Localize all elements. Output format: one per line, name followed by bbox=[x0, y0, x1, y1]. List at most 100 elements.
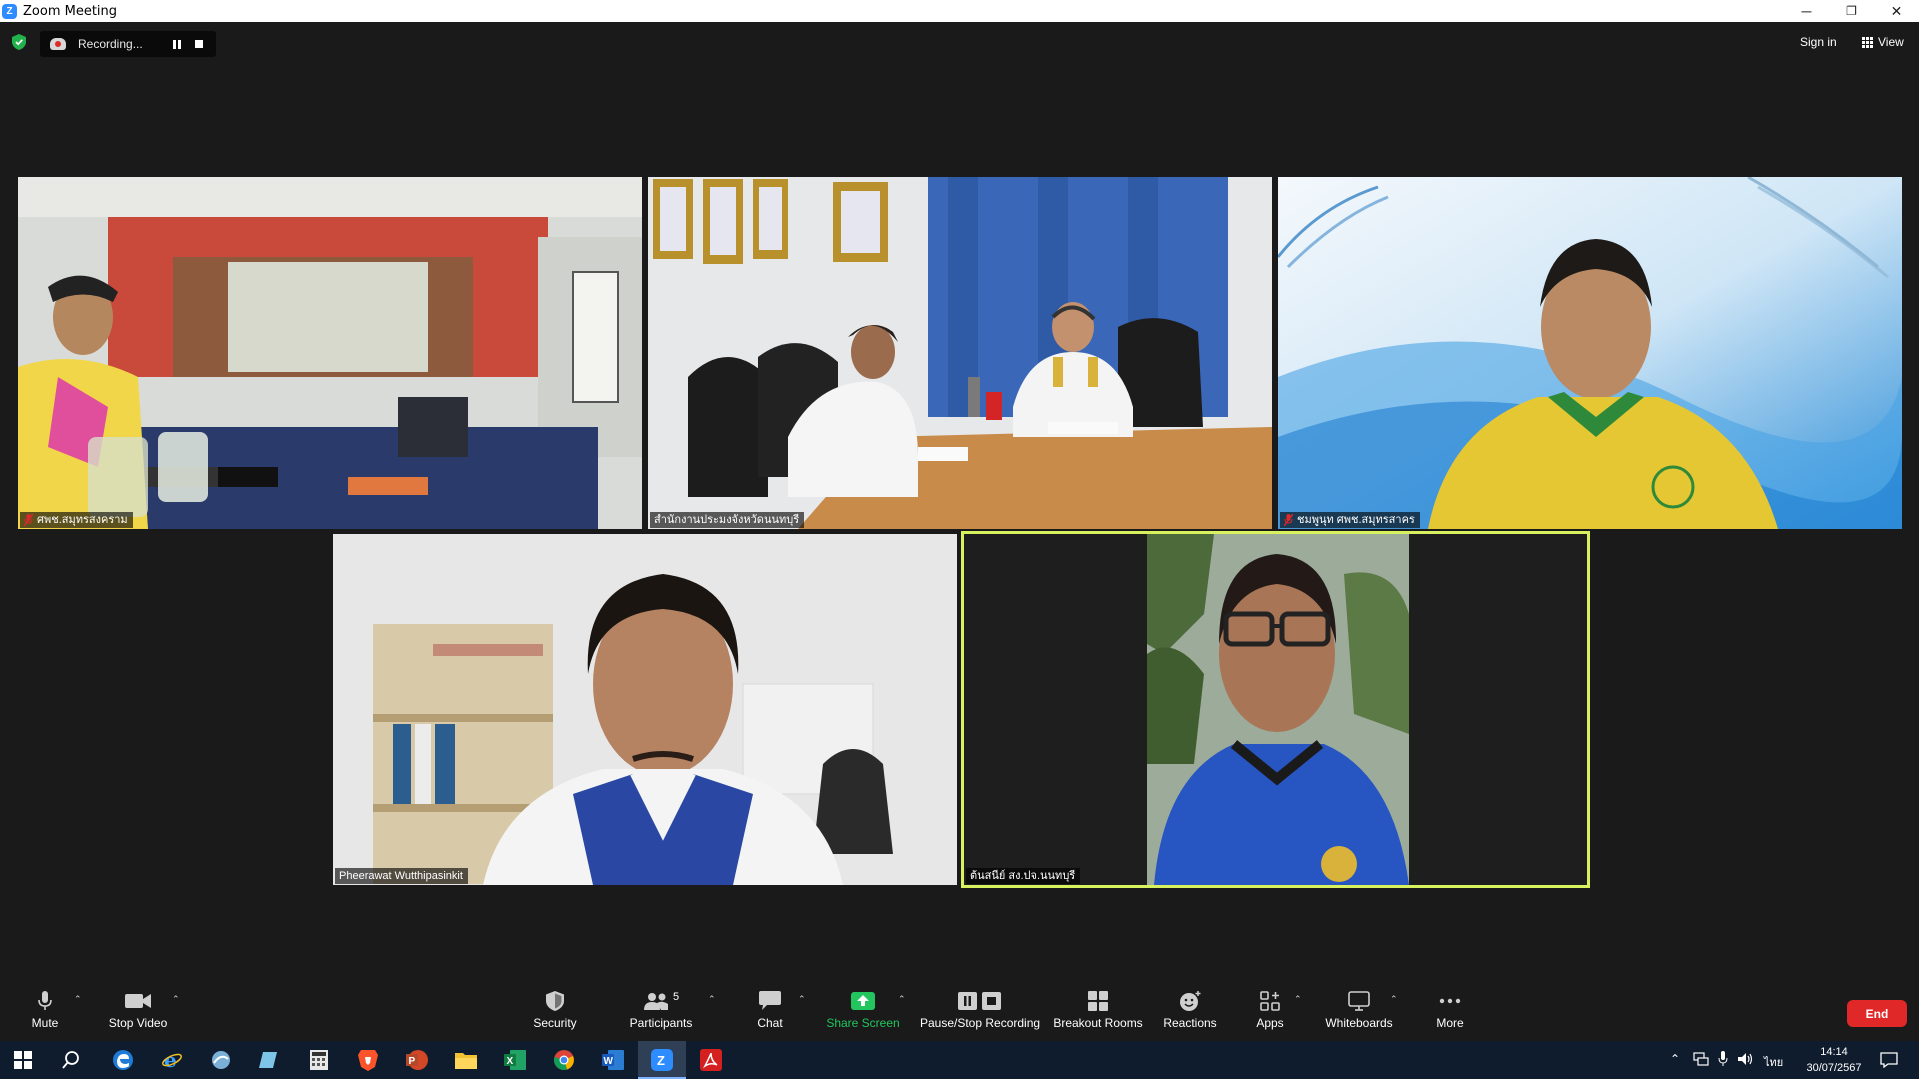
edge-browser-icon[interactable] bbox=[110, 1047, 136, 1073]
audio-options-chevron-icon[interactable]: ⌃ bbox=[74, 994, 82, 1005]
search-icon[interactable] bbox=[58, 1047, 84, 1073]
restore-button[interactable]: ❐ bbox=[1829, 0, 1874, 22]
chrome-browser-icon[interactable] bbox=[551, 1047, 577, 1073]
app-shortcut-icon[interactable] bbox=[208, 1047, 234, 1073]
apps-options-chevron-icon[interactable]: ⌃ bbox=[1294, 994, 1302, 1005]
brave-browser-icon[interactable] bbox=[355, 1047, 381, 1073]
word-icon[interactable]: W bbox=[600, 1047, 626, 1073]
zoom-meeting-window: Z Zoom Meeting ─ ❐ ✕ Recording... Sign i… bbox=[0, 0, 1919, 1079]
chat-label: Chat bbox=[757, 1016, 783, 1030]
input-language-indicator[interactable]: ไทย bbox=[1764, 1053, 1783, 1071]
participant-name-bar: สำนักงานประมงจังหวัดนนทบุรี bbox=[650, 512, 805, 528]
participant-name-bar: ศพช.สมุทรสงคราม bbox=[20, 512, 133, 528]
close-button[interactable]: ✕ bbox=[1874, 0, 1919, 22]
tray-microphone-icon[interactable] bbox=[1718, 1051, 1728, 1072]
apps-label: Apps bbox=[1256, 1016, 1284, 1030]
video-tile-participant-1[interactable]: ศพช.สมุทรสงคราม bbox=[18, 177, 642, 529]
powerpoint-icon[interactable]: P bbox=[404, 1047, 430, 1073]
breakout-rooms-label: Breakout Rooms bbox=[1053, 1016, 1143, 1030]
minimize-button[interactable]: ─ bbox=[1784, 0, 1829, 22]
more-dots-icon bbox=[1439, 998, 1461, 1004]
stop-recording-button[interactable] bbox=[188, 34, 210, 54]
notification-center-icon[interactable] bbox=[1880, 1052, 1898, 1073]
encryption-shield-icon[interactable] bbox=[12, 34, 26, 50]
participant-video-feed bbox=[18, 177, 642, 529]
recording-label: Recording... bbox=[78, 37, 143, 51]
view-button[interactable]: View bbox=[1862, 35, 1904, 49]
video-tile-participant-3[interactable]: ชมพูนุท ศพช.สมุทรสาคร bbox=[1278, 177, 1902, 529]
participant-video-feed bbox=[964, 534, 1587, 885]
participant-video-feed bbox=[333, 534, 957, 885]
sign-in-link[interactable]: Sign in bbox=[1800, 35, 1837, 49]
clock-time: 14:14 bbox=[1820, 1046, 1848, 1058]
apps-button[interactable]: Apps bbox=[1254, 990, 1286, 1034]
participant-name: ชมพูนุท ศพช.สมุทรสาคร bbox=[1297, 514, 1415, 526]
internet-explorer-icon[interactable]: e bbox=[159, 1047, 185, 1073]
apps-icon bbox=[1260, 991, 1280, 1011]
end-meeting-button[interactable]: End bbox=[1847, 1000, 1907, 1027]
zoom-app-icon[interactable]: Z bbox=[649, 1047, 675, 1073]
breakout-rooms-grid-icon bbox=[1088, 991, 1108, 1011]
share-screen-arrow-icon bbox=[851, 992, 875, 1010]
pause-stop-recording-button[interactable]: Pause/Stop Recording bbox=[920, 990, 1040, 1034]
security-shield-icon bbox=[546, 991, 564, 1011]
gallery-grid-icon bbox=[1862, 36, 1873, 48]
participant-name-bar: Pheerawat Wutthipasinkit bbox=[335, 868, 468, 884]
share-screen-button[interactable]: Share Screen bbox=[826, 990, 900, 1034]
participants-count: 5 bbox=[672, 991, 680, 1003]
participants-people-icon bbox=[643, 993, 668, 1010]
network-icon[interactable] bbox=[1693, 1052, 1709, 1071]
whiteboards-button[interactable]: Whiteboards bbox=[1324, 990, 1394, 1034]
volume-speaker-icon[interactable] bbox=[1738, 1052, 1754, 1071]
acrobat-reader-icon[interactable] bbox=[698, 1047, 724, 1073]
participant-name: Pheerawat Wutthipasinkit bbox=[339, 870, 463, 882]
whiteboards-label: Whiteboards bbox=[1325, 1016, 1393, 1030]
participants-options-chevron-icon[interactable]: ⌃ bbox=[708, 994, 716, 1005]
cloud-recording-icon bbox=[50, 38, 66, 50]
video-tile-active-speaker[interactable]: ต้นสนีย์ สง.ปจ.นนทบุรี bbox=[961, 531, 1590, 888]
share-options-chevron-icon[interactable]: ⌃ bbox=[898, 994, 906, 1005]
mic-muted-icon bbox=[1284, 514, 1293, 526]
excel-icon[interactable]: X bbox=[502, 1047, 528, 1073]
participant-name: ศพช.สมุทรสงคราม bbox=[37, 514, 128, 526]
chat-bubble-icon bbox=[759, 991, 781, 1010]
more-button[interactable]: More bbox=[1434, 990, 1466, 1034]
calculator-icon[interactable] bbox=[306, 1047, 332, 1073]
svg-text:Z: Z bbox=[657, 1053, 665, 1068]
chat-button[interactable]: Chat bbox=[754, 990, 786, 1034]
svg-text:W: W bbox=[604, 1056, 614, 1067]
chat-options-chevron-icon[interactable]: ⌃ bbox=[798, 994, 806, 1005]
video-tile-participant-2[interactable]: สำนักงานประมงจังหวัดนนทบุรี bbox=[648, 177, 1272, 529]
security-button[interactable]: Security bbox=[530, 990, 580, 1034]
zoom-logo-icon: Z bbox=[2, 3, 17, 19]
title-bar: Z Zoom Meeting ─ ❐ ✕ bbox=[0, 0, 1919, 22]
system-clock[interactable]: 14:14 30/07/2567 bbox=[1800, 1044, 1868, 1076]
file-explorer-icon[interactable] bbox=[453, 1047, 479, 1073]
participants-button[interactable]: 5 Participants bbox=[626, 990, 696, 1034]
video-camera-icon bbox=[125, 994, 151, 1008]
notepad-icon[interactable] bbox=[256, 1047, 282, 1073]
video-options-chevron-icon[interactable]: ⌃ bbox=[172, 994, 180, 1005]
pause-stop-recording-icon bbox=[958, 992, 1001, 1010]
meeting-controls-toolbar: Mute ⌃ Stop Video ⌃ Security 5 Participa… bbox=[0, 980, 1919, 1040]
tray-overflow-chevron-icon[interactable]: ⌃ bbox=[1670, 1052, 1680, 1066]
microphone-icon bbox=[38, 991, 52, 1010]
windows-taskbar: e P X W Z ⌃ ไทย 14:14 30/07/2567 bbox=[0, 1041, 1919, 1079]
reactions-label: Reactions bbox=[1163, 1016, 1217, 1030]
participant-name-bar: ชมพูนุท ศพช.สมุทรสาคร bbox=[1280, 512, 1420, 528]
breakout-rooms-button[interactable]: Breakout Rooms bbox=[1053, 990, 1143, 1034]
share-screen-label: Share Screen bbox=[826, 1016, 900, 1030]
participant-name: ต้นสนีย์ สง.ปจ.นนทบุรี bbox=[970, 870, 1076, 882]
mute-button[interactable]: Mute bbox=[30, 990, 60, 1034]
svg-text:X: X bbox=[507, 1056, 514, 1067]
whiteboard-icon bbox=[1348, 991, 1370, 1011]
stop-video-button[interactable]: Stop Video bbox=[108, 990, 168, 1034]
mute-label: Mute bbox=[31, 1016, 59, 1030]
video-tile-participant-4[interactable]: Pheerawat Wutthipasinkit bbox=[333, 534, 957, 885]
whiteboards-options-chevron-icon[interactable]: ⌃ bbox=[1390, 994, 1398, 1005]
reactions-button[interactable]: Reactions bbox=[1163, 990, 1217, 1034]
recording-indicator: Recording... bbox=[40, 31, 216, 57]
view-label: View bbox=[1878, 35, 1904, 49]
windows-start-icon[interactable] bbox=[10, 1047, 36, 1073]
pause-recording-button[interactable] bbox=[166, 34, 188, 54]
